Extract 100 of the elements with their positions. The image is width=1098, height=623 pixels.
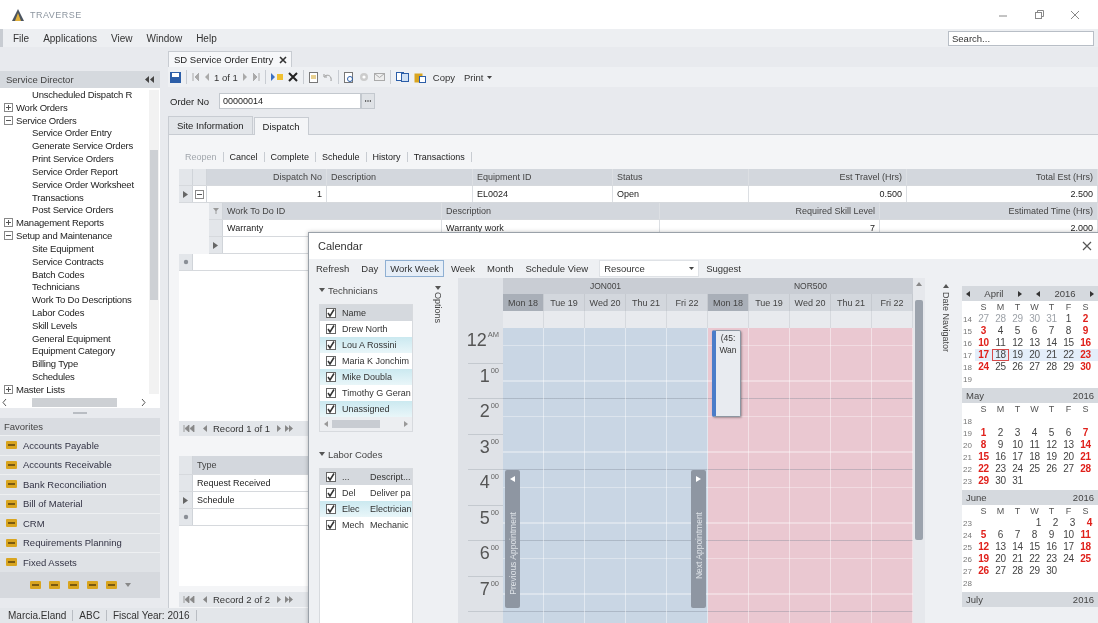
- favorite-item[interactable]: Accounts Payable: [0, 435, 160, 455]
- calendar-day[interactable]: 6: [1026, 325, 1043, 337]
- tree-item[interactable]: Print Service Orders: [32, 153, 114, 165]
- caret-icon[interactable]: [435, 286, 441, 290]
- calendar-day[interactable]: 22: [975, 463, 992, 475]
- caret-icon[interactable]: [319, 452, 325, 456]
- checkbox[interactable]: [326, 520, 336, 530]
- calendar-day[interactable]: 25: [1077, 553, 1094, 565]
- expand-icon[interactable]: [4, 218, 13, 228]
- previous-record-icon[interactable]: [202, 425, 207, 432]
- print-button[interactable]: Print: [461, 71, 494, 83]
- module-icon[interactable]: [67, 580, 79, 589]
- view-button[interactable]: Day: [356, 260, 384, 277]
- calendar-day[interactable]: 30: [992, 475, 1009, 487]
- checkbox[interactable]: [326, 404, 336, 414]
- calendar-day[interactable]: 31: [1009, 475, 1026, 487]
- tree-item[interactable]: Technicians: [32, 281, 80, 293]
- collapse-pane-icon[interactable]: [145, 76, 154, 83]
- document-icon[interactable]: [308, 71, 318, 83]
- calendar-day[interactable]: 26: [1043, 463, 1060, 475]
- column-header[interactable]: Description: [327, 169, 473, 185]
- calendar-day[interactable]: 10: [975, 337, 992, 349]
- caret-icon[interactable]: [319, 288, 325, 292]
- technician-row[interactable]: Unassigned: [320, 401, 412, 417]
- favorite-item[interactable]: CRM: [0, 513, 160, 533]
- calendar-day[interactable]: 24: [975, 361, 992, 373]
- collapse-icon[interactable]: [4, 231, 13, 240]
- tree-item[interactable]: Billing Type: [32, 358, 78, 370]
- day-header[interactable]: Tue 19: [544, 294, 585, 311]
- calendar-day[interactable]: 9: [1077, 325, 1094, 337]
- copy-icon[interactable]: [395, 72, 409, 82]
- column-header[interactable]: ...: [342, 472, 364, 482]
- calendar-day[interactable]: 16: [992, 451, 1009, 463]
- tree-item[interactable]: Work Orders: [16, 101, 68, 113]
- calendar-day[interactable]: 8: [1026, 529, 1043, 541]
- row-indicator[interactable]: [209, 237, 223, 253]
- calendar-day[interactable]: 30: [1077, 361, 1094, 373]
- day-header[interactable]: Thu 21: [831, 294, 872, 311]
- day-header[interactable]: Wed 20: [790, 294, 831, 311]
- calendar-day[interactable]: 19: [1043, 451, 1060, 463]
- calendar-day[interactable]: 11: [1026, 439, 1043, 451]
- calendar-day[interactable]: 12: [975, 541, 992, 553]
- favorite-item[interactable]: Accounts Receivable: [0, 454, 160, 474]
- new-record-icon[interactable]: [270, 73, 283, 81]
- scroll-left-icon[interactable]: [2, 398, 7, 406]
- view-button[interactable]: Week: [445, 260, 481, 277]
- checkbox[interactable]: [326, 372, 336, 382]
- tree-item[interactable]: Service Order Worksheet: [32, 178, 134, 190]
- day-header[interactable]: Tue 19: [749, 294, 790, 311]
- checkbox[interactable]: [326, 356, 336, 366]
- calendar-day[interactable]: 6: [1060, 427, 1077, 439]
- calendar-day[interactable]: 24: [1060, 553, 1077, 565]
- day-header[interactable]: Mon 18: [503, 294, 544, 311]
- tree-item[interactable]: Work To Do Descriptions: [32, 294, 132, 306]
- calendar-day[interactable]: 25: [992, 361, 1009, 373]
- calendar-day[interactable]: 21: [1043, 349, 1060, 361]
- calendar-day[interactable]: 18: [1077, 541, 1094, 553]
- row-indicator[interactable]: [209, 203, 223, 219]
- calendar-day[interactable]: 11: [992, 337, 1009, 349]
- calendar-day[interactable]: 23: [992, 463, 1009, 475]
- calendar-day[interactable]: 3: [1009, 427, 1026, 439]
- row-indicator[interactable]: [179, 254, 193, 270]
- calendar-day[interactable]: 10: [1009, 439, 1026, 451]
- row-indicator[interactable]: [179, 492, 193, 508]
- action-button[interactable]: Transactions: [407, 152, 472, 162]
- search-field[interactable]: Search...: [948, 30, 1094, 46]
- caret-icon[interactable]: [943, 284, 949, 288]
- column-header[interactable]: Work To Do ID: [223, 203, 442, 219]
- column-header[interactable]: Descript...: [370, 472, 411, 482]
- menu-item[interactable]: File: [13, 32, 30, 44]
- day-header[interactable]: Thu 21: [626, 294, 667, 311]
- calendar-day[interactable]: 12: [1009, 337, 1026, 349]
- day-header[interactable]: Wed 20: [585, 294, 626, 311]
- module-icon[interactable]: [29, 580, 41, 589]
- calendar-day[interactable]: 24: [1009, 463, 1026, 475]
- calendar-day[interactable]: 18: [1026, 451, 1043, 463]
- column-header[interactable]: Equipment ID: [473, 169, 613, 185]
- calendar-day[interactable]: 13: [1026, 337, 1043, 349]
- calendar-day[interactable]: 22: [1060, 349, 1077, 361]
- favorite-item[interactable]: Fixed Assets: [0, 552, 160, 572]
- order-no-field[interactable]: 00000014: [219, 93, 362, 109]
- action-button[interactable]: Schedule: [316, 152, 367, 162]
- calendar-day[interactable]: 7: [1077, 427, 1094, 439]
- previous-year-icon[interactable]: [1036, 290, 1041, 297]
- calendar-day[interactable]: 1: [1060, 313, 1077, 325]
- calendar-day[interactable]: 29: [1026, 565, 1043, 577]
- calendar-day[interactable]: 12: [1043, 439, 1060, 451]
- date-navigator-label[interactable]: Date Navigator: [941, 292, 951, 353]
- calendar-day[interactable]: 8: [975, 439, 992, 451]
- expand-icon[interactable]: [4, 384, 13, 394]
- paste-icon[interactable]: [413, 71, 426, 83]
- technician-row[interactable]: Lou A Rossini: [320, 337, 412, 353]
- calendar-day[interactable]: 11: [1077, 529, 1094, 541]
- day-header[interactable]: Fri 22: [667, 294, 708, 311]
- calendar-day[interactable]: 7: [1043, 325, 1060, 337]
- calendar-day[interactable]: 13: [1060, 439, 1077, 451]
- checkbox[interactable]: [326, 324, 336, 334]
- calendar-day[interactable]: 9: [992, 439, 1009, 451]
- expand-icon[interactable]: [4, 102, 13, 112]
- options-label[interactable]: Options: [433, 292, 443, 324]
